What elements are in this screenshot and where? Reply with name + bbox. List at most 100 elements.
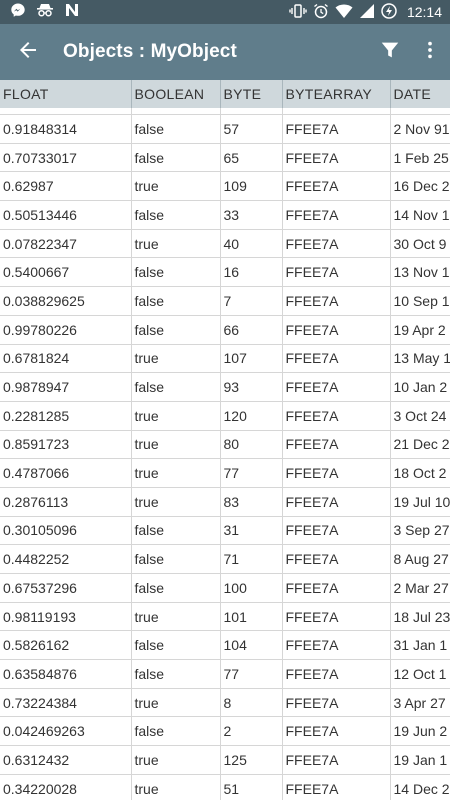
table-row[interactable]: 0.9878947 false 93 FFEE7A 10 Jan 2 xyxy=(0,372,450,402)
filter-icon xyxy=(379,39,401,66)
cell-date: 21 Dec 2 xyxy=(390,430,450,460)
cell-date: 14 Dec 2 xyxy=(390,774,450,800)
cell-float: 0.6312432 xyxy=(0,745,132,775)
table-row[interactable]: 0.4482252 false 71 FFEE7A 8 Aug 27 xyxy=(0,544,450,574)
table-row[interactable]: 0.8591723 true 80 FFEE7A 21 Dec 2 xyxy=(0,430,450,460)
cell-float: 0.62987 xyxy=(0,171,132,202)
table-row[interactable]: 0.98119193 true 101 FFEE7A 18 Jul 23 xyxy=(0,602,450,632)
cell-bytearray: FFEE7A xyxy=(282,372,391,402)
cell-float: 0.91848314 xyxy=(0,114,132,144)
wifi-icon xyxy=(335,3,353,22)
cell-date: 31 Jan 1 xyxy=(390,630,450,661)
cell-bytearray: FFEE7A xyxy=(282,516,391,546)
cell-bytearray: FFEE7A xyxy=(282,315,391,345)
table-row[interactable]: 0.99780226 false 66 FFEE7A 19 Apr 2 xyxy=(0,315,450,345)
cell-float: 0.2876113 xyxy=(0,487,132,517)
objects-table-container[interactable]: FLOAT BOOLEAN BYTE BYTEARRAY DATE 0.9184… xyxy=(0,80,450,800)
cell-float: 0.63584876 xyxy=(0,659,132,689)
cell-boolean: false xyxy=(131,315,221,345)
table-row[interactable]: 0.70733017 false 65 FFEE7A 1 Feb 25 xyxy=(0,143,450,173)
cell-byte: 57 xyxy=(220,114,283,144)
cell-float: 0.73224384 xyxy=(0,688,132,718)
cell-date: 3 Oct 24 xyxy=(390,401,450,431)
cell-date: 19 Apr 2 xyxy=(390,315,450,345)
cell-bytearray: FFEE7A xyxy=(282,344,391,374)
cell-byte: 101 xyxy=(220,602,283,632)
cell-byte: 71 xyxy=(220,544,283,574)
cell-boolean: false xyxy=(131,286,221,316)
table-row[interactable]: 0.5826162 false 104 FFEE7A 31 Jan 1 xyxy=(0,630,450,661)
cell-byte: 77 xyxy=(220,458,283,488)
table-row[interactable]: 0.5400667 false 16 FFEE7A 13 Nov 1 xyxy=(0,257,450,288)
table-row[interactable]: 0.34220028 true 51 FFEE7A 14 Dec 2 xyxy=(0,774,450,800)
table-row[interactable]: 0.62987 true 109 FFEE7A 16 Dec 2 xyxy=(0,171,450,202)
cell-date: 13 Nov 1 xyxy=(390,257,450,288)
cell-float: 0.5826162 xyxy=(0,630,132,661)
cell-float: 0.70733017 xyxy=(0,143,132,173)
column-header-boolean[interactable]: BOOLEAN xyxy=(131,80,221,108)
column-header-date[interactable]: DATE xyxy=(390,80,450,108)
cell-boolean: false xyxy=(131,716,221,747)
status-bar: 12:14 xyxy=(0,0,450,24)
cell-date: 19 Jul 10 xyxy=(390,487,450,517)
table-row[interactable]: 0.2281285 true 120 FFEE7A 3 Oct 24 xyxy=(0,401,450,431)
table-row[interactable]: 0.038829625 false 7 FFEE7A 10 Sep 1 xyxy=(0,286,450,316)
table-row[interactable]: 0.2876113 true 83 FFEE7A 19 Jul 10 xyxy=(0,487,450,517)
clock-time: 12:14 xyxy=(406,4,442,20)
cell-bytearray: FFEE7A xyxy=(282,200,391,230)
cell-boolean: false xyxy=(131,573,221,603)
cell-date: 2 Nov 91 xyxy=(390,114,450,144)
cell-float: 0.34220028 xyxy=(0,774,132,800)
filter-button[interactable] xyxy=(370,24,410,80)
cell-float: 0.99780226 xyxy=(0,315,132,345)
overflow-menu-button[interactable] xyxy=(410,24,450,80)
table-row[interactable]: 0.4787066 true 77 FFEE7A 18 Oct 2 xyxy=(0,458,450,488)
cell-date: 30 Oct 9 xyxy=(390,229,450,259)
table-row[interactable]: 0.73224384 true 8 FFEE7A 3 Apr 27 xyxy=(0,688,450,718)
cell-boolean: true xyxy=(131,602,221,632)
cell-float: 0.4482252 xyxy=(0,544,132,574)
table-row[interactable]: 0.63584876 false 77 FFEE7A 12 Oct 1 xyxy=(0,659,450,689)
cell-byte: 107 xyxy=(220,344,283,374)
table-row[interactable]: 0.6781824 true 107 FFEE7A 13 May 1 xyxy=(0,344,450,374)
cell-byte: 31 xyxy=(220,516,283,546)
cell-date: 14 Nov 1 xyxy=(390,200,450,230)
cell-bytearray: FFEE7A xyxy=(282,602,391,632)
cell-bytearray: FFEE7A xyxy=(282,430,391,460)
table-body: 0.91848314 false 57 FFEE7A 2 Nov 91 0.7073301… xyxy=(0,108,450,800)
cell-boolean: false xyxy=(131,143,221,173)
cell-boolean: true xyxy=(131,430,221,460)
table-row[interactable]: 0.50513446 false 33 FFEE7A 14 Nov 1 xyxy=(0,200,450,230)
cell-byte: 93 xyxy=(220,372,283,402)
cell-boolean: true xyxy=(131,688,221,718)
cell-boolean: false xyxy=(131,114,221,144)
table-row[interactable]: 0.042469263 false 2 FFEE7A 19 Jun 2 xyxy=(0,716,450,747)
cell-boolean: true xyxy=(131,171,221,202)
column-header-bytearray[interactable]: BYTEARRAY xyxy=(282,80,391,108)
cell-date: 13 May 1 xyxy=(390,344,450,374)
cell-byte: 80 xyxy=(220,430,283,460)
table-row[interactable]: 0.6312432 true 125 FFEE7A 19 Jan 1 xyxy=(0,745,450,775)
cell-byte: 16 xyxy=(220,257,283,288)
table-row[interactable]: 0.07822347 true 40 FFEE7A 30 Oct 9 xyxy=(0,229,450,259)
back-button[interactable] xyxy=(0,24,56,80)
cell-float: 0.4787066 xyxy=(0,458,132,488)
cell-byte: 125 xyxy=(220,745,283,775)
cell-byte: 2 xyxy=(220,716,283,747)
cell-byte: 33 xyxy=(220,200,283,230)
incognito-icon xyxy=(36,2,54,23)
cell-byte: 66 xyxy=(220,315,283,345)
cell-boolean: true xyxy=(131,229,221,259)
n-app-icon xyxy=(64,2,80,23)
table-row[interactable]: 0.67537296 false 100 FFEE7A 2 Mar 27 xyxy=(0,573,450,603)
more-vert-icon xyxy=(419,39,441,66)
cell-byte: 120 xyxy=(220,401,283,431)
table-row[interactable]: 0.91848314 false 57 FFEE7A 2 Nov 91 xyxy=(0,114,450,144)
cell-bytearray: FFEE7A xyxy=(282,544,391,574)
cell-bytearray: FFEE7A xyxy=(282,114,391,144)
cell-bytearray: FFEE7A xyxy=(282,487,391,517)
column-header-byte[interactable]: BYTE xyxy=(220,80,283,108)
cell-byte: 8 xyxy=(220,688,283,718)
table-row[interactable]: 0.30105096 false 31 FFEE7A 3 Sep 27 xyxy=(0,516,450,546)
column-header-float[interactable]: FLOAT xyxy=(0,80,132,108)
